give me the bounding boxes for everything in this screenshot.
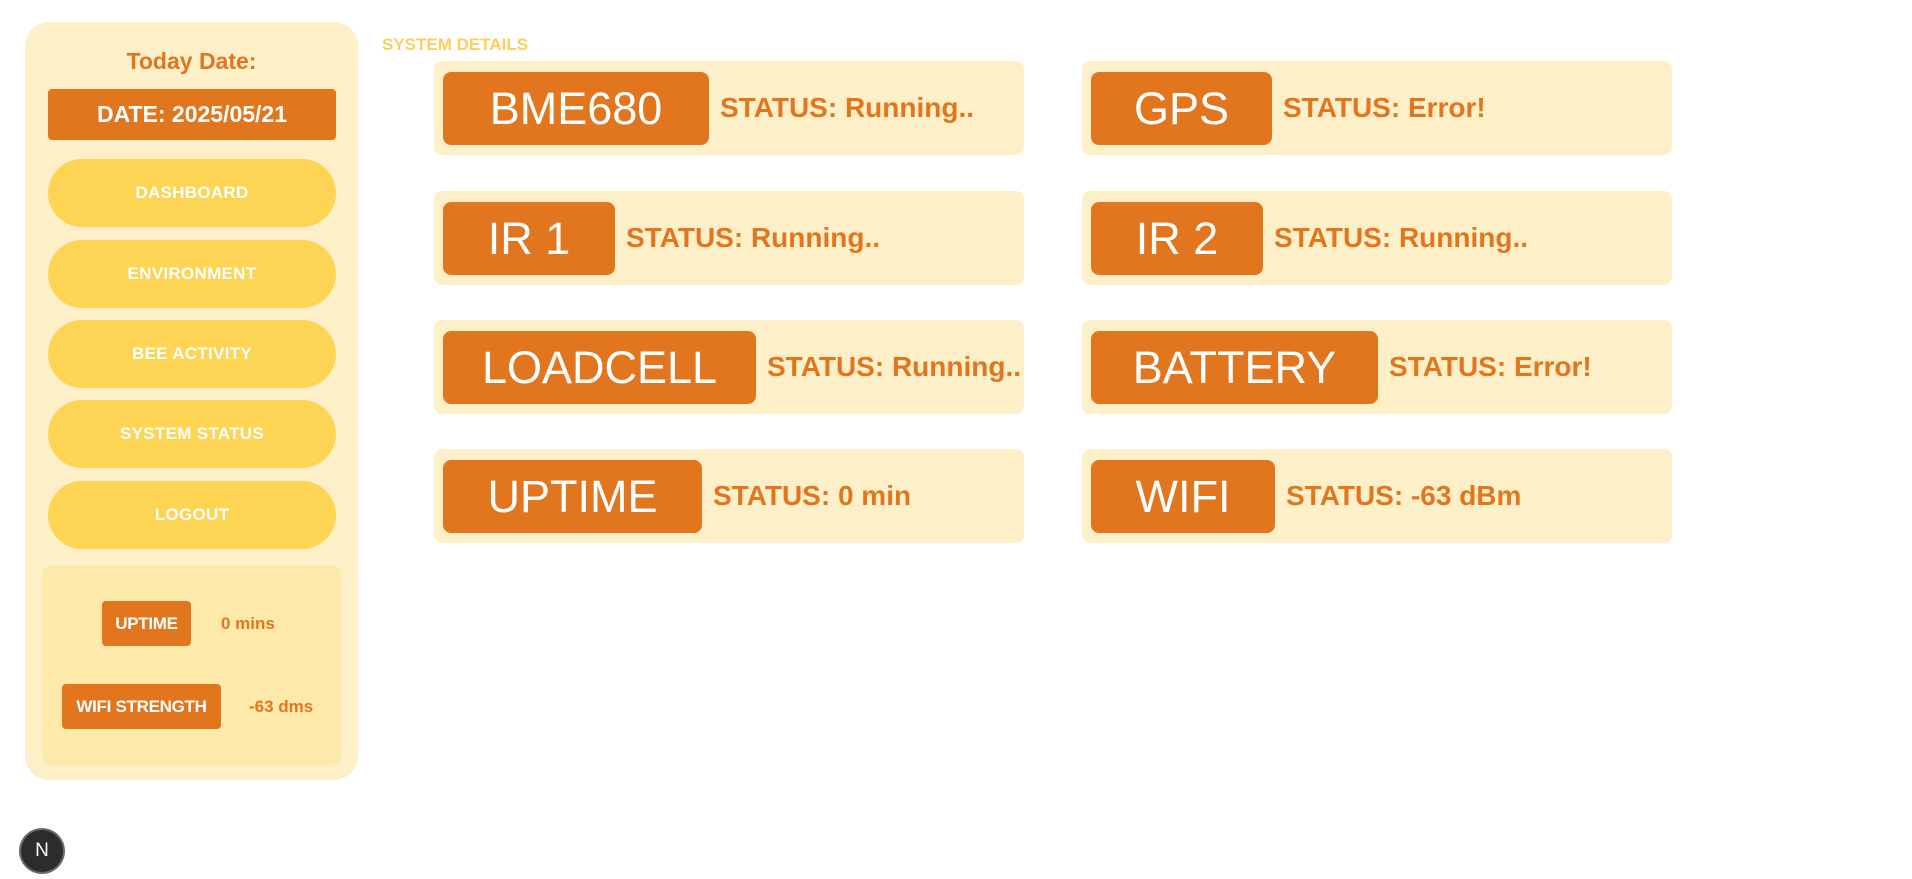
status-card-gps: GPS STATUS: Error! <box>1082 61 1672 155</box>
sensor-name-badge: IR 1 <box>443 202 615 275</box>
wifi-strength-badge: WIFI STRENGTH <box>62 684 221 729</box>
date-display: DATE: 2025/05/21 <box>48 89 336 140</box>
sensor-name-badge: WIFI <box>1091 460 1275 533</box>
sidebar-summary-panel: UPTIME 0 mins WIFI STRENGTH -63 dms <box>42 565 341 765</box>
sidebar: Today Date: DATE: 2025/05/21 DASHBOARD E… <box>25 22 358 780</box>
section-title: SYSTEM DETAILS <box>382 35 529 54</box>
status-card-battery: BATTERY STATUS: Error! <box>1082 320 1672 414</box>
sensor-status-text: STATUS: Running.. <box>626 222 881 253</box>
uptime-value: 0 mins <box>221 614 275 633</box>
dev-indicator-label: N <box>35 840 49 861</box>
status-card-loadcell: LOADCELL STATUS: Running.. <box>434 320 1024 414</box>
sensor-name-badge: IR 2 <box>1091 202 1263 275</box>
nextjs-logo-icon[interactable]: N <box>21 830 63 872</box>
sensor-status-text: STATUS: -63 dBm <box>1286 480 1522 511</box>
nav-logout-button[interactable]: LOGOUT <box>48 481 336 549</box>
sensor-status-text: STATUS: Running.. <box>720 92 975 123</box>
status-card-uptime: UPTIME STATUS: 0 min <box>434 449 1024 543</box>
nav-system-status-button[interactable]: SYSTEM STATUS <box>48 400 336 468</box>
status-card-ir1: IR 1 STATUS: Running.. <box>434 191 1024 285</box>
sensor-name-badge: BATTERY <box>1091 331 1378 404</box>
sensor-name-badge: BME680 <box>443 72 709 145</box>
wifi-strength-value: -63 dms <box>249 697 314 716</box>
nav-bee-activity-button[interactable]: BEE ACTIVITY <box>48 320 336 388</box>
status-card-wifi: WIFI STATUS: -63 dBm <box>1082 449 1672 543</box>
sensor-name-badge: GPS <box>1091 72 1272 145</box>
sensor-status-text: STATUS: Running.. <box>767 351 1022 382</box>
nav-dashboard-button[interactable]: DASHBOARD <box>48 159 336 227</box>
sensor-status-text: STATUS: Error! <box>1283 92 1486 123</box>
sensor-status-text: STATUS: Running.. <box>1274 222 1529 253</box>
nav-environment-button[interactable]: ENVIRONMENT <box>48 240 336 308</box>
sensor-status-text: STATUS: Error! <box>1389 351 1592 382</box>
uptime-badge: UPTIME <box>102 601 191 646</box>
status-card-bme680: BME680 STATUS: Running.. <box>434 61 1024 155</box>
status-card-ir2: IR 2 STATUS: Running.. <box>1082 191 1672 285</box>
sensor-status-text: STATUS: 0 min <box>713 480 912 511</box>
sensor-name-badge: UPTIME <box>443 460 702 533</box>
today-date-label: Today Date: <box>126 48 257 74</box>
sensor-name-badge: LOADCELL <box>443 331 756 404</box>
